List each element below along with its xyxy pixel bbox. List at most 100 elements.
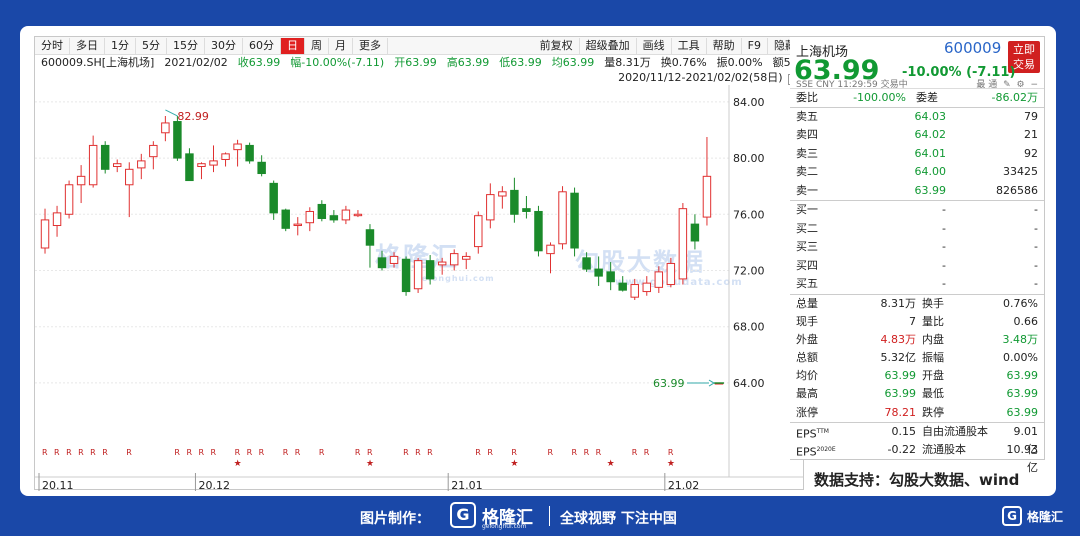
info-open: 开63.99 [394,56,437,69]
r-mark: R [126,448,132,457]
r-mark: R [186,448,192,457]
r-mark: R [319,448,325,457]
ask-price: 64.02 [914,128,947,141]
period-tab-60min[interactable]: 60分 [243,37,281,54]
ask-book: 卖五 64.03 79 卖四 64.02 21 卖三 64.01 92 卖二 64.00 334… [790,108,1044,201]
stock-code: 600009 [944,39,1002,57]
star-mark: ★ [234,459,242,469]
webi-label: 委比 [796,91,818,104]
ask-label: 卖三 [796,146,818,160]
r-mark: R [355,448,361,457]
r-mark: R [367,448,373,457]
bid-row: 买三 - - [790,238,1044,257]
ask-row: 卖二 64.00 33425 [790,163,1044,182]
candle-body [52,212,62,227]
period-tab-multiday[interactable]: 多日 [70,37,105,54]
ask-volume: 21 [1024,128,1038,141]
stat-key: 最低 [922,387,944,401]
candle-body [425,260,435,280]
info-avg: 均63.99 [551,56,595,69]
period-tab-day[interactable]: 日 [281,37,305,54]
x-tick-label: 21.02 [668,479,700,491]
bid-row: 买二 - - [790,220,1044,239]
period-tab-15min[interactable]: 15分 [167,37,205,54]
info-low: 低63.99 [499,56,542,69]
candlestick-chart[interactable]: 84.00 80.00 76.00 72.00 68.00 64.00 20.11 20.12… [35,85,803,491]
period-tab-week[interactable]: 周 [305,37,329,54]
stat-value: 63.99 [1006,405,1039,419]
ask-volume: 79 [1024,109,1038,123]
footer-divider [549,506,550,526]
last-price-label: 63.99 [653,377,685,390]
r-mark: R [487,448,493,457]
share-value: 10.93亿 [1006,443,1039,475]
candle-body [173,121,182,159]
r-mark: R [572,448,578,457]
share-key: 流通股本 [922,443,966,456]
overlay-button[interactable]: 超级叠加 [580,37,637,54]
stat-value: 8.31万 [880,296,917,310]
r-mark: R [632,448,638,457]
ask-label: 卖二 [796,165,818,178]
info-close: 收63.99 [237,56,281,69]
candle-body [233,143,242,151]
market-status: SSE CNY 11:29:59 交易中 [796,80,908,90]
draw-line-button[interactable]: 画线 [637,37,672,54]
period-tab-5min[interactable]: 5分 [136,37,167,54]
quote-tools-label[interactable]: 最 通 [976,77,997,90]
ask-price: 64.03 [914,109,947,123]
share-value: 9.01亿 [1013,424,1039,457]
candle-body [606,271,615,283]
star-mark: ★ [607,459,615,469]
star-mark: ★ [510,459,518,469]
candle-body [437,261,447,266]
stat-key: 总额 [796,351,818,365]
candle-body [642,282,652,293]
settings-icon[interactable]: ⚙ [1017,80,1025,90]
quote-tools: 最 通 ✎ ⚙ − [973,77,1038,90]
f9-button[interactable]: F9 [742,37,768,54]
period-tab-month[interactable]: 月 [329,37,353,54]
candle-body [221,153,230,160]
y-tick-label: 72.00 [733,264,765,277]
help-button[interactable]: 帮助 [707,37,742,54]
stat-value: 63.99 [884,369,917,383]
brand-name-small: 格隆汇 [1027,510,1064,524]
x-tick-label: 20.11 [42,479,74,491]
r-mark: R [475,448,481,457]
candle-body [510,189,519,215]
weicha-value: -86.02万 [991,91,1038,104]
period-tab-more[interactable]: 更多 [353,37,388,54]
r-mark: R [78,448,84,457]
eps-sup: TTM [816,427,829,435]
ask-volume: 33425 [1003,165,1038,178]
candle-body [293,223,302,227]
r-mark: R [198,448,204,457]
r-mark: R [54,448,60,457]
period-tab-fenshi[interactable]: 分时 [35,37,70,54]
eps-label: EPS [796,445,817,459]
bid-label: 买四 [796,258,818,272]
r-mark: R [295,448,301,457]
edit-icon[interactable]: ✎ [1003,80,1011,90]
ask-row: 卖五 64.03 79 [790,108,1044,127]
adjust-button[interactable]: 前复权 [534,37,580,54]
stat-value: 4.83万 [880,332,917,346]
stat-value: 7 [909,314,916,328]
star-mark: ★ [366,459,374,469]
minus-icon[interactable]: − [1030,80,1038,90]
candle-body [666,262,676,286]
r-mark: R [427,448,433,457]
candle-body [269,182,278,214]
ask-row: 卖三 64.01 92 [790,145,1044,164]
candle-body [209,160,218,166]
candle-body [486,194,495,221]
candle-body [630,284,639,298]
footer: 图片制作： G 格隆汇 gelonghui.com 全球视野 下注中国 G 格隆… [0,496,1080,536]
period-tab-30min[interactable]: 30分 [205,37,243,54]
bid-row: 买一 - - [790,201,1044,220]
tools-button[interactable]: 工具 [672,37,707,54]
period-tab-1min[interactable]: 1分 [105,37,136,54]
main-panel: 分时 多日 1分 5分 15分 30分 60分 日 周 月 更多 前复权 超级叠… [20,26,1056,496]
quote-meta: SSE CNY 11:29:59 交易中 最 通 ✎ ⚙ − [796,77,1038,90]
